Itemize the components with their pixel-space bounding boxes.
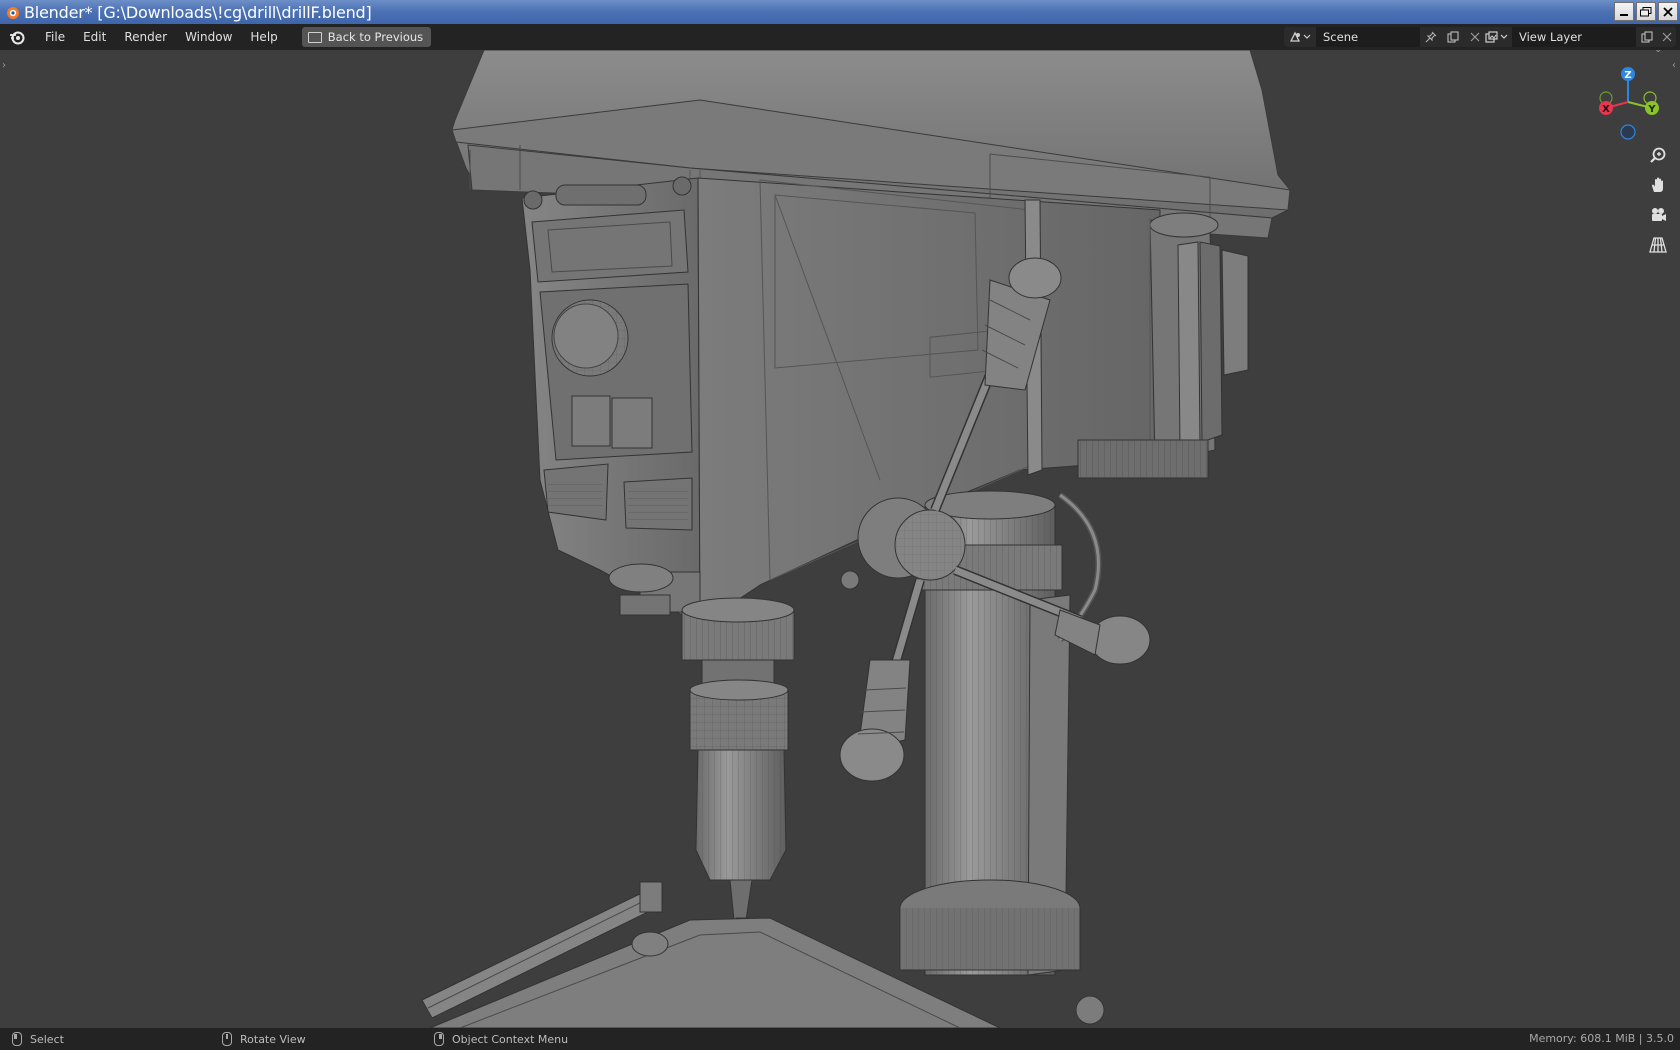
camera-icon [1652,208,1666,221]
statusbar: Select Rotate View Object Context Menu M… [0,1028,1680,1050]
status-rotate-label: Rotate View [240,1032,306,1046]
restore-icon [1640,6,1652,16]
new-scene-button[interactable] [1442,27,1464,47]
zoom-icon [1650,147,1666,163]
chevron-down-icon [1303,34,1311,39]
back-to-previous-label: Back to Previous [327,30,424,44]
gizmo-x-label[interactable]: X [1602,104,1610,115]
view-layer-name-field[interactable]: View Layer [1512,27,1636,47]
blender-window: Blender* [G:\Downloads\!cg\drill\drillF.… [0,0,1680,1050]
pan-button[interactable] [1645,172,1671,198]
window-title: Blender* [G:\Downloads\!cg\drill\drillF.… [24,2,372,22]
mouse-right-icon [434,1032,444,1046]
menu-window[interactable]: Window [176,26,241,48]
zoom-button[interactable] [1645,142,1671,168]
close-button[interactable] [1658,2,1678,21]
status-context-label: Object Context Menu [452,1032,569,1046]
screen-icon [307,31,322,43]
view-layer-name: View Layer [1519,30,1583,44]
status-rotate: Rotate View [222,1032,306,1046]
status-select-label: Select [30,1032,64,1046]
close-icon [1662,32,1672,42]
minimize-button[interactable] [1614,2,1634,21]
close-icon [1470,32,1480,42]
pin-scene-button[interactable] [1420,27,1442,47]
menu-edit[interactable]: Edit [74,26,115,48]
memory-version-info: Memory: 608.1 MiB | 3.5.0 [1529,1032,1674,1045]
view-layer-browse-button[interactable] [1480,27,1512,47]
menu-render[interactable]: Render [115,26,176,48]
header-collapse-arrow[interactable]: ⌄ [1654,50,1662,55]
sidebar-expand-arrow[interactable]: ‹ [1672,60,1676,71]
mouse-middle-icon [222,1032,232,1046]
gizmo-y-label[interactable]: Y [1647,104,1656,115]
scene-browse-button[interactable] [1284,27,1316,47]
mouse-left-icon [12,1032,22,1046]
duplicate-icon [1641,31,1653,43]
back-to-previous-button[interactable]: Back to Previous [301,27,432,47]
drill-press-model [421,50,1291,1028]
close-icon [1663,6,1673,17]
3d-viewport[interactable]: › ‹ ⌄ Z Y X [0,50,1680,1028]
toggle-perspective-button[interactable] [1645,232,1671,258]
perspective-grid-icon [1649,237,1667,253]
toolbar-expand-arrow[interactable]: › [2,60,6,71]
navigation-gizmo[interactable]: Z Y X [1588,58,1668,142]
topbar: File Edit Render Window Help Back to Pre… [0,24,1680,50]
minimize-icon [1620,13,1628,16]
blender-app-icon [7,7,19,19]
scene-name: Scene [1323,30,1359,44]
status-select: Select [12,1032,64,1046]
window-titlebar[interactable]: Blender* [G:\Downloads\!cg\drill\drillF.… [0,0,1680,24]
blender-logo-icon[interactable] [8,28,26,46]
view-layer-selector: View Layer [1480,27,1676,47]
menu-file[interactable]: File [36,26,74,48]
pin-icon [1425,31,1437,43]
view-layer-icon [1484,31,1498,43]
delete-view-layer-button[interactable] [1658,27,1676,47]
scene-selector: Scene [1284,27,1486,47]
pan-hand-icon [1652,177,1663,192]
restore-button[interactable] [1636,2,1656,21]
chevron-down-icon [1500,34,1507,39]
gizmo-z-label[interactable]: Z [1624,70,1631,81]
duplicate-icon [1447,31,1459,43]
menu-help[interactable]: Help [241,26,286,48]
camera-view-button[interactable] [1645,202,1671,228]
scene-name-field[interactable]: Scene [1316,27,1420,47]
status-context: Object Context Menu [434,1032,568,1046]
new-view-layer-button[interactable] [1636,27,1658,47]
scene-icon [1289,31,1301,42]
